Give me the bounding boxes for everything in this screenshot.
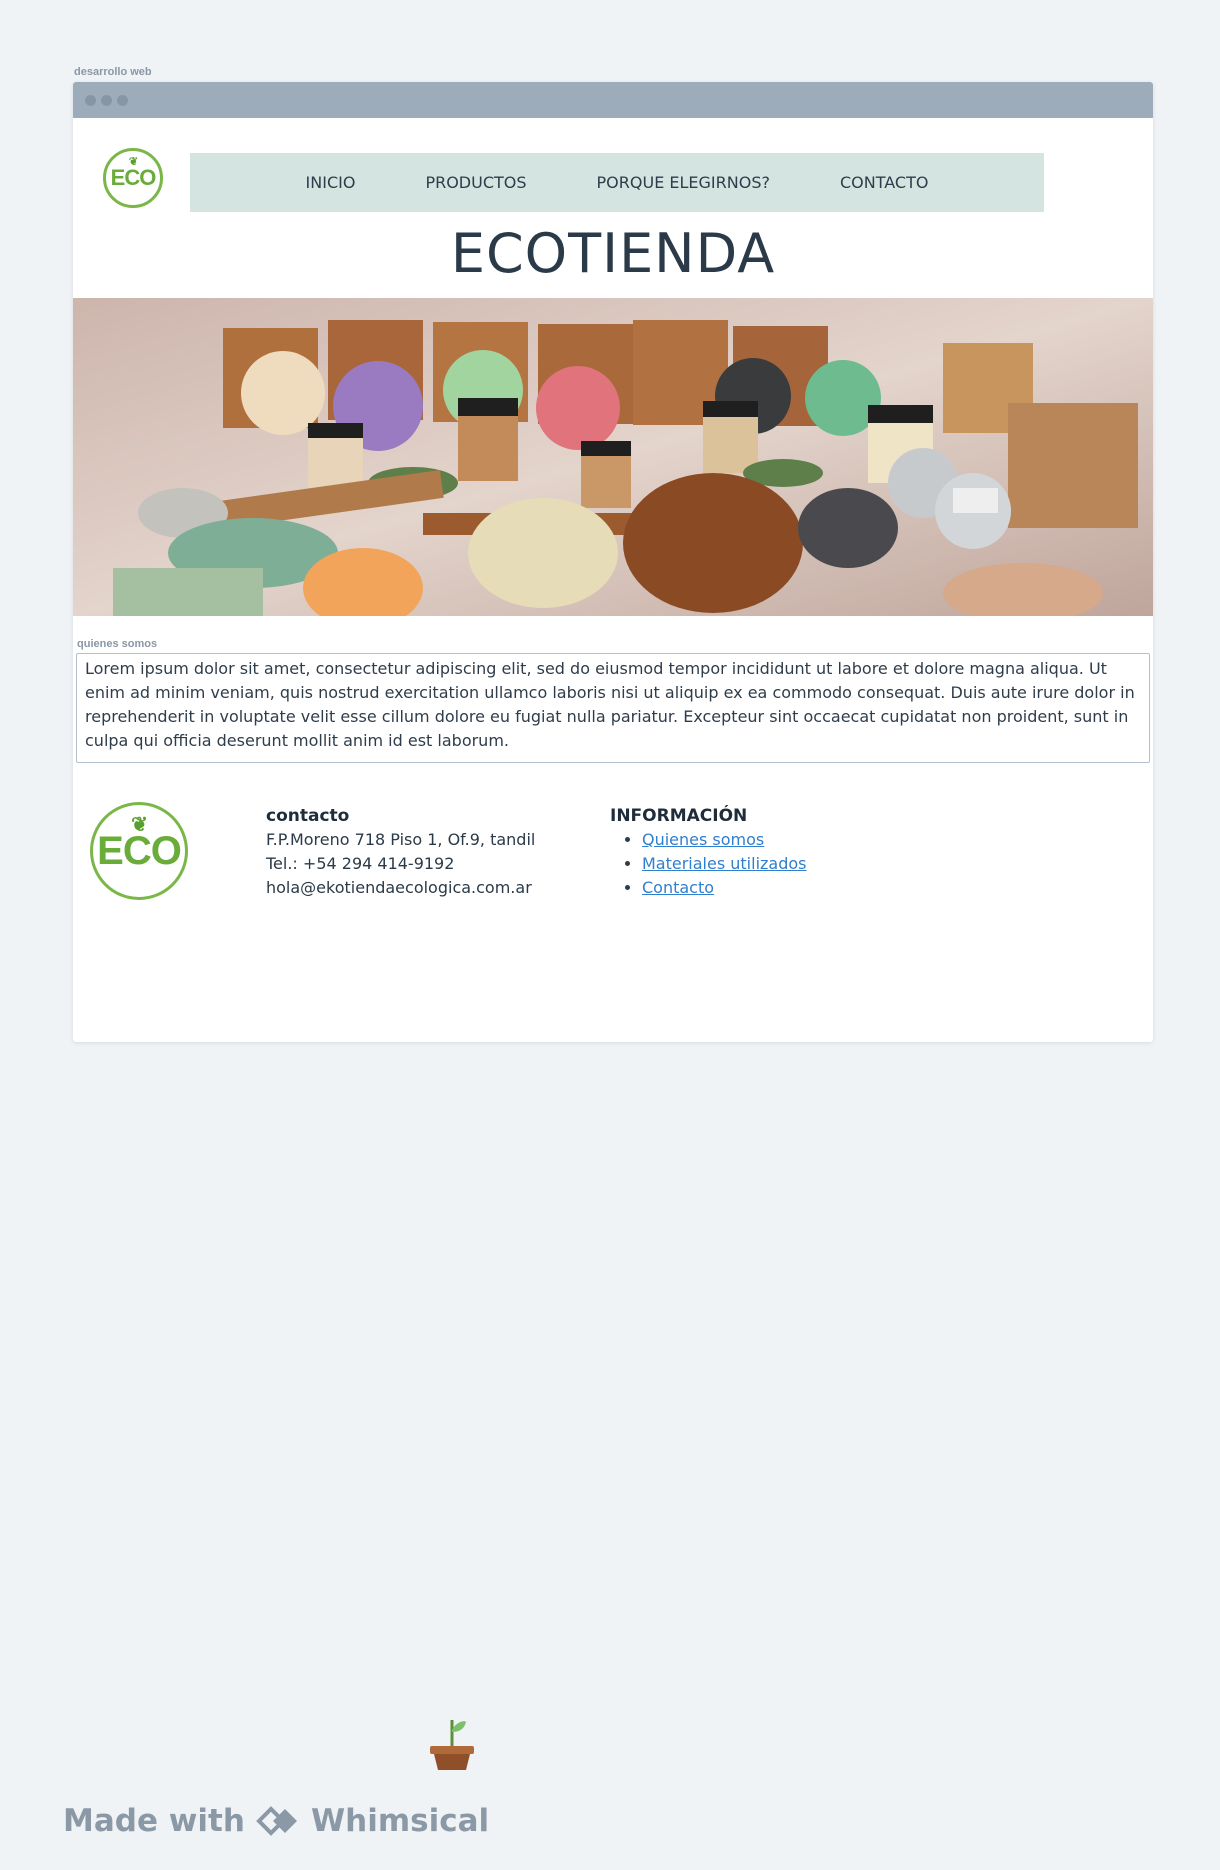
contact-address: F.P.Moreno 718 Piso 1, Of.9, tandil (266, 830, 536, 849)
link-contacto[interactable]: Contacto (642, 878, 714, 897)
browser-window: ❦ ECO INICIO PRODUCTOS PORQUE ELEGIRNOS?… (73, 82, 1153, 1042)
link-materiales-utilizados[interactable]: Materiales utilizados (642, 854, 807, 873)
link-quienes-somos[interactable]: Quienes somos (642, 830, 764, 849)
made-with-text: Made with (63, 1803, 245, 1839)
about-text-box: Lorem ipsum dolor sit amet, consectetur … (76, 653, 1150, 763)
window-dot-icon (117, 94, 128, 106)
nav-item-productos[interactable]: PRODUCTOS (390, 173, 561, 192)
footer-contact: contacto F.P.Moreno 718 Piso 1, Of.9, ta… (266, 804, 535, 900)
contact-email: hola@ekotiendaecologica.com.ar (266, 878, 532, 897)
leaf-icon: ❦ (128, 156, 138, 169)
nav-item-porque-elegirnos[interactable]: PORQUE ELEGIRNOS? (562, 173, 805, 192)
contact-phone: Tel.: +54 294 414-9192 (266, 854, 455, 873)
leaf-icon: ❦ (131, 814, 148, 837)
main-navigation: INICIO PRODUCTOS PORQUE ELEGIRNOS? CONTA… (190, 153, 1044, 212)
whimsical-logo-icon (256, 1806, 297, 1836)
window-dot-icon (101, 94, 112, 106)
contact-title: contacto (266, 806, 350, 826)
section-label-quienes-somos: quienes somos (77, 638, 158, 650)
nav-item-inicio[interactable]: INICIO (271, 173, 391, 192)
eco-logo-footer: ❦ ECO (90, 802, 188, 900)
footer-info: INFORMACIÓN Quienes somos Materiales uti… (610, 804, 807, 900)
list-item: Quienes somos (642, 828, 807, 852)
site-title: ECOTIENDA (450, 222, 776, 285)
made-with-whimsical-badge[interactable]: Made with Whimsical (63, 1803, 489, 1839)
list-item: Materiales utilizados (642, 852, 807, 876)
frame-label: desarrollo web (74, 66, 152, 78)
hero-image (73, 298, 1153, 616)
info-link-list: Quienes somos Materiales utilizados Cont… (610, 828, 807, 900)
logo-text: ECO (110, 165, 157, 190)
list-item: Contacto (642, 876, 807, 900)
eco-logo-header[interactable]: ❦ ECO (103, 148, 163, 208)
plant-pot-icon (430, 1720, 474, 1770)
info-title: INFORMACIÓN (610, 806, 748, 826)
browser-titlebar (73, 82, 1153, 118)
whimsical-brand-text: Whimsical (310, 1803, 490, 1839)
window-dot-icon (85, 94, 96, 106)
nav-item-contacto[interactable]: CONTACTO (805, 173, 963, 192)
